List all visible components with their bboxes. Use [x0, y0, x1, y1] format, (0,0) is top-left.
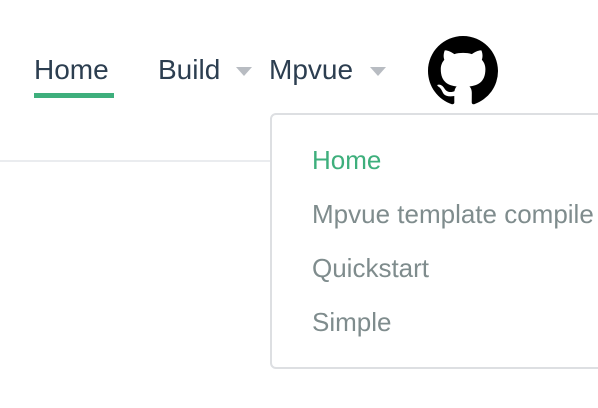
nav-item-build[interactable]: Build — [158, 52, 220, 88]
dropdown-item-quickstart[interactable]: Quickstart — [312, 251, 429, 285]
mpvue-caret-down-icon[interactable] — [370, 67, 386, 76]
dropdown-item-home[interactable]: Home — [312, 143, 381, 177]
github-icon[interactable] — [428, 36, 498, 106]
mpvue-dropdown-menu: Home Mpvue template compile Quickstart S… — [270, 113, 598, 369]
nav-active-underline — [34, 93, 114, 98]
build-caret-down-icon[interactable] — [236, 67, 252, 76]
navbar: Home Build Mpvue — [0, 0, 598, 120]
dropdown-item-mpvue-template-compile[interactable]: Mpvue template compile — [312, 197, 594, 231]
nav-item-mpvue[interactable]: Mpvue — [269, 52, 353, 88]
dropdown-item-simple[interactable]: Simple — [312, 305, 391, 339]
nav-item-home[interactable]: Home — [34, 52, 109, 88]
page: Home Build Mpvue Home Mpvue template com… — [0, 0, 598, 408]
